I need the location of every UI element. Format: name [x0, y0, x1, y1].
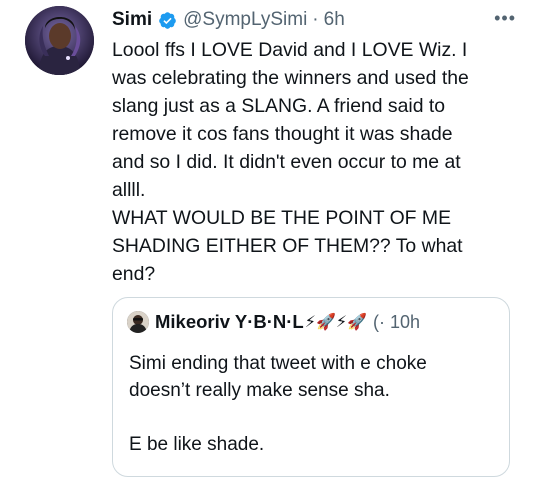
quoted-tweet[interactable]: Mikeoriv Y·B·N·L ⚡🚀⚡🚀 (· 10h Simi ending…: [112, 297, 510, 477]
quoted-avatar-image: [127, 311, 149, 333]
verified-badge-icon: [159, 11, 176, 29]
tweet-text: Loool ffs I LOVE David and I LOVE Wiz. I…: [112, 39, 469, 285]
author-avatar-image: [25, 6, 94, 75]
quoted-tweet-text: Simi ending that tweet with e choke does…: [129, 353, 427, 455]
author-handle[interactable]: @SympLySimi: [183, 9, 307, 31]
tweet-timestamp[interactable]: 6h: [324, 9, 345, 31]
quoted-author-name[interactable]: Mikeoriv Y·B·N·L: [155, 311, 304, 333]
more-horizontal-icon[interactable]: •••: [494, 8, 516, 29]
quoted-author-emojis: ⚡🚀⚡🚀: [304, 314, 368, 331]
quoted-author-avatar: [127, 311, 149, 333]
author-name[interactable]: Simi: [112, 9, 152, 31]
author-avatar[interactable]: [25, 6, 94, 75]
quoted-tweet-timestamp[interactable]: (· 10h: [373, 312, 420, 333]
tweet-header: Simi @SympLySimi · 6h •••: [112, 6, 516, 34]
quoted-tweet-header: Mikeoriv Y·B·N·L ⚡🚀⚡🚀 (· 10h: [127, 311, 420, 333]
separator-dot: ·: [312, 9, 319, 30]
